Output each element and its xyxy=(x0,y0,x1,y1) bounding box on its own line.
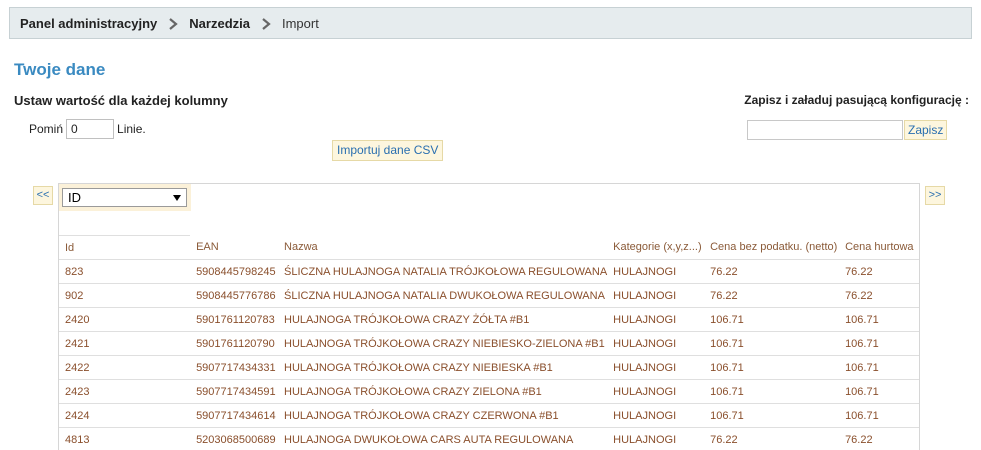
column-header-id: Id xyxy=(59,235,191,260)
cell-ean: 5907717434331 xyxy=(190,355,279,380)
config-label: Zapisz i załaduj pasującą konfigurację : xyxy=(744,93,969,107)
cell-name: HULAJNOGA TRÓJKOŁOWA CRAZY NIEBIESKA #B1 xyxy=(278,355,608,380)
cell-name: ŚLICZNA HULAJNOGA NATALIA DWUKOŁOWA REGU… xyxy=(278,283,608,308)
cell-net-price: 106.71 xyxy=(704,403,840,428)
breadcrumb: Panel administracyjny Narzedzia Import xyxy=(9,7,972,39)
cell-wholesale-price: 76.22 xyxy=(839,427,919,450)
cell-ean: 5908445798245 xyxy=(190,259,279,284)
cell-ean: 5901761120783 xyxy=(190,307,279,332)
cell-id: 2424 xyxy=(59,403,191,428)
save-config-button[interactable]: Zapisz xyxy=(904,120,948,140)
cell-id: 823 xyxy=(59,259,191,284)
column-header-wholesale-price: Cena hurtowa xyxy=(839,235,919,260)
table-header-row: Id EAN Nazwa Kategorie (x,y,z...) Cena b… xyxy=(59,235,919,260)
column-type-select-value: ID xyxy=(68,190,81,205)
cell-net-price: 106.71 xyxy=(704,331,840,356)
next-column-button[interactable]: >> xyxy=(925,186,945,205)
cell-category: HULAJNOGI xyxy=(607,307,705,332)
table-row: 2423 5907717434591 HULAJNOGA TRÓJKOŁOWA … xyxy=(59,379,919,404)
data-preview-table: Id EAN Nazwa Kategorie (x,y,z...) Cena b… xyxy=(59,235,919,450)
skip-lines-input[interactable] xyxy=(66,119,115,139)
config-row: Zapisz xyxy=(747,120,948,140)
cell-wholesale-price: 106.71 xyxy=(839,379,919,404)
dropdown-arrow-icon xyxy=(173,195,181,201)
cell-category: HULAJNOGI xyxy=(607,403,705,428)
cell-category: HULAJNOGI xyxy=(607,427,705,450)
cell-category: HULAJNOGI xyxy=(607,259,705,284)
chevron-right-icon xyxy=(255,16,277,30)
table-row: 2421 5901761120790 HULAJNOGA TRÓJKOŁOWA … xyxy=(59,331,919,356)
cell-category: HULAJNOGI xyxy=(607,331,705,356)
data-preview-panel: ID Id EAN Nazwa Kategorie (x,y,z...) Cen… xyxy=(58,183,920,450)
column-select-cell: ID xyxy=(59,184,191,211)
cell-id: 2421 xyxy=(59,331,191,356)
cell-net-price: 76.22 xyxy=(704,427,840,450)
column-header-name: Nazwa xyxy=(278,235,608,260)
cell-wholesale-price: 106.71 xyxy=(839,331,919,356)
cell-category: HULAJNOGI xyxy=(607,379,705,404)
columns-section-label: Ustaw wartość dla każdej kolumny xyxy=(14,93,228,108)
cell-net-price: 106.71 xyxy=(704,307,840,332)
column-header-ean: EAN xyxy=(190,235,279,260)
cell-ean: 5907717434591 xyxy=(190,379,279,404)
previous-column-button[interactable]: << xyxy=(33,186,53,205)
skip-prefix-label: Pomiń xyxy=(29,122,64,136)
page-title: Twoje dane xyxy=(14,60,106,79)
column-type-select[interactable]: ID xyxy=(62,188,187,207)
cell-id: 4813 xyxy=(59,427,191,450)
cell-name: HULAJNOGA DWUKOŁOWA CARS AUTA REGULOWANA xyxy=(278,427,608,450)
table-row: 2420 5901761120783 HULAJNOGA TRÓJKOŁOWA … xyxy=(59,307,919,332)
table-row: 902 5908445776786 ŚLICZNA HULAJNOGA NATA… xyxy=(59,283,919,308)
cell-name: HULAJNOGA TRÓJKOŁOWA CRAZY ZIELONA #B1 xyxy=(278,379,608,404)
cell-net-price: 76.22 xyxy=(704,283,840,308)
skip-lines-row: Pomiń Linie. xyxy=(29,119,146,139)
column-header-net-price: Cena bez podatku. (netto) xyxy=(704,235,840,260)
skip-suffix-label: Linie. xyxy=(117,122,146,136)
cell-ean: 5908445776786 xyxy=(190,283,279,308)
cell-category: HULAJNOGI xyxy=(607,355,705,380)
table-row: 823 5908445798245 ŚLICZNA HULAJNOGA NATA… xyxy=(59,259,919,284)
cell-id: 2422 xyxy=(59,355,191,380)
cell-wholesale-price: 76.22 xyxy=(839,259,919,284)
chevron-right-icon xyxy=(162,16,184,30)
column-header-category: Kategorie (x,y,z...) xyxy=(607,235,705,260)
breadcrumb-item-import: Import xyxy=(281,15,319,31)
cell-id: 902 xyxy=(59,283,191,308)
cell-id: 2423 xyxy=(59,379,191,404)
cell-name: HULAJNOGA TRÓJKOŁOWA CRAZY NIEBIESKO-ZIE… xyxy=(278,331,608,356)
breadcrumb-item-panel[interactable]: Panel administracyjny xyxy=(20,16,157,31)
import-csv-button[interactable]: Importuj dane CSV xyxy=(332,140,444,161)
cell-name: ŚLICZNA HULAJNOGA NATALIA TRÓJKOŁOWA REG… xyxy=(278,259,608,284)
cell-wholesale-price: 106.71 xyxy=(839,403,919,428)
table-row: 2422 5907717434331 HULAJNOGA TRÓJKOŁOWA … xyxy=(59,355,919,380)
config-name-input[interactable] xyxy=(747,120,903,140)
cell-ean: 5901761120790 xyxy=(190,331,279,356)
table-row: 4813 5203068500689 HULAJNOGA DWUKOŁOWA C… xyxy=(59,427,919,450)
table-row: 2424 5907717434614 HULAJNOGA TRÓJKOŁOWA … xyxy=(59,403,919,428)
cell-name: HULAJNOGA TRÓJKOŁOWA CRAZY CZERWONA #B1 xyxy=(278,403,608,428)
cell-wholesale-price: 106.71 xyxy=(839,355,919,380)
cell-category: HULAJNOGI xyxy=(607,283,705,308)
cell-wholesale-price: 76.22 xyxy=(839,283,919,308)
cell-ean: 5203068500689 xyxy=(190,427,279,450)
cell-net-price: 76.22 xyxy=(704,259,840,284)
cell-wholesale-price: 106.71 xyxy=(839,307,919,332)
cell-net-price: 106.71 xyxy=(704,355,840,380)
cell-id: 2420 xyxy=(59,307,191,332)
cell-ean: 5907717434614 xyxy=(190,403,279,428)
cell-name: HULAJNOGA TRÓJKOŁOWA CRAZY ŻÓŁTA #B1 xyxy=(278,307,608,332)
cell-net-price: 106.71 xyxy=(704,379,840,404)
breadcrumb-item-narzedzia[interactable]: Narzedzia xyxy=(189,16,250,31)
